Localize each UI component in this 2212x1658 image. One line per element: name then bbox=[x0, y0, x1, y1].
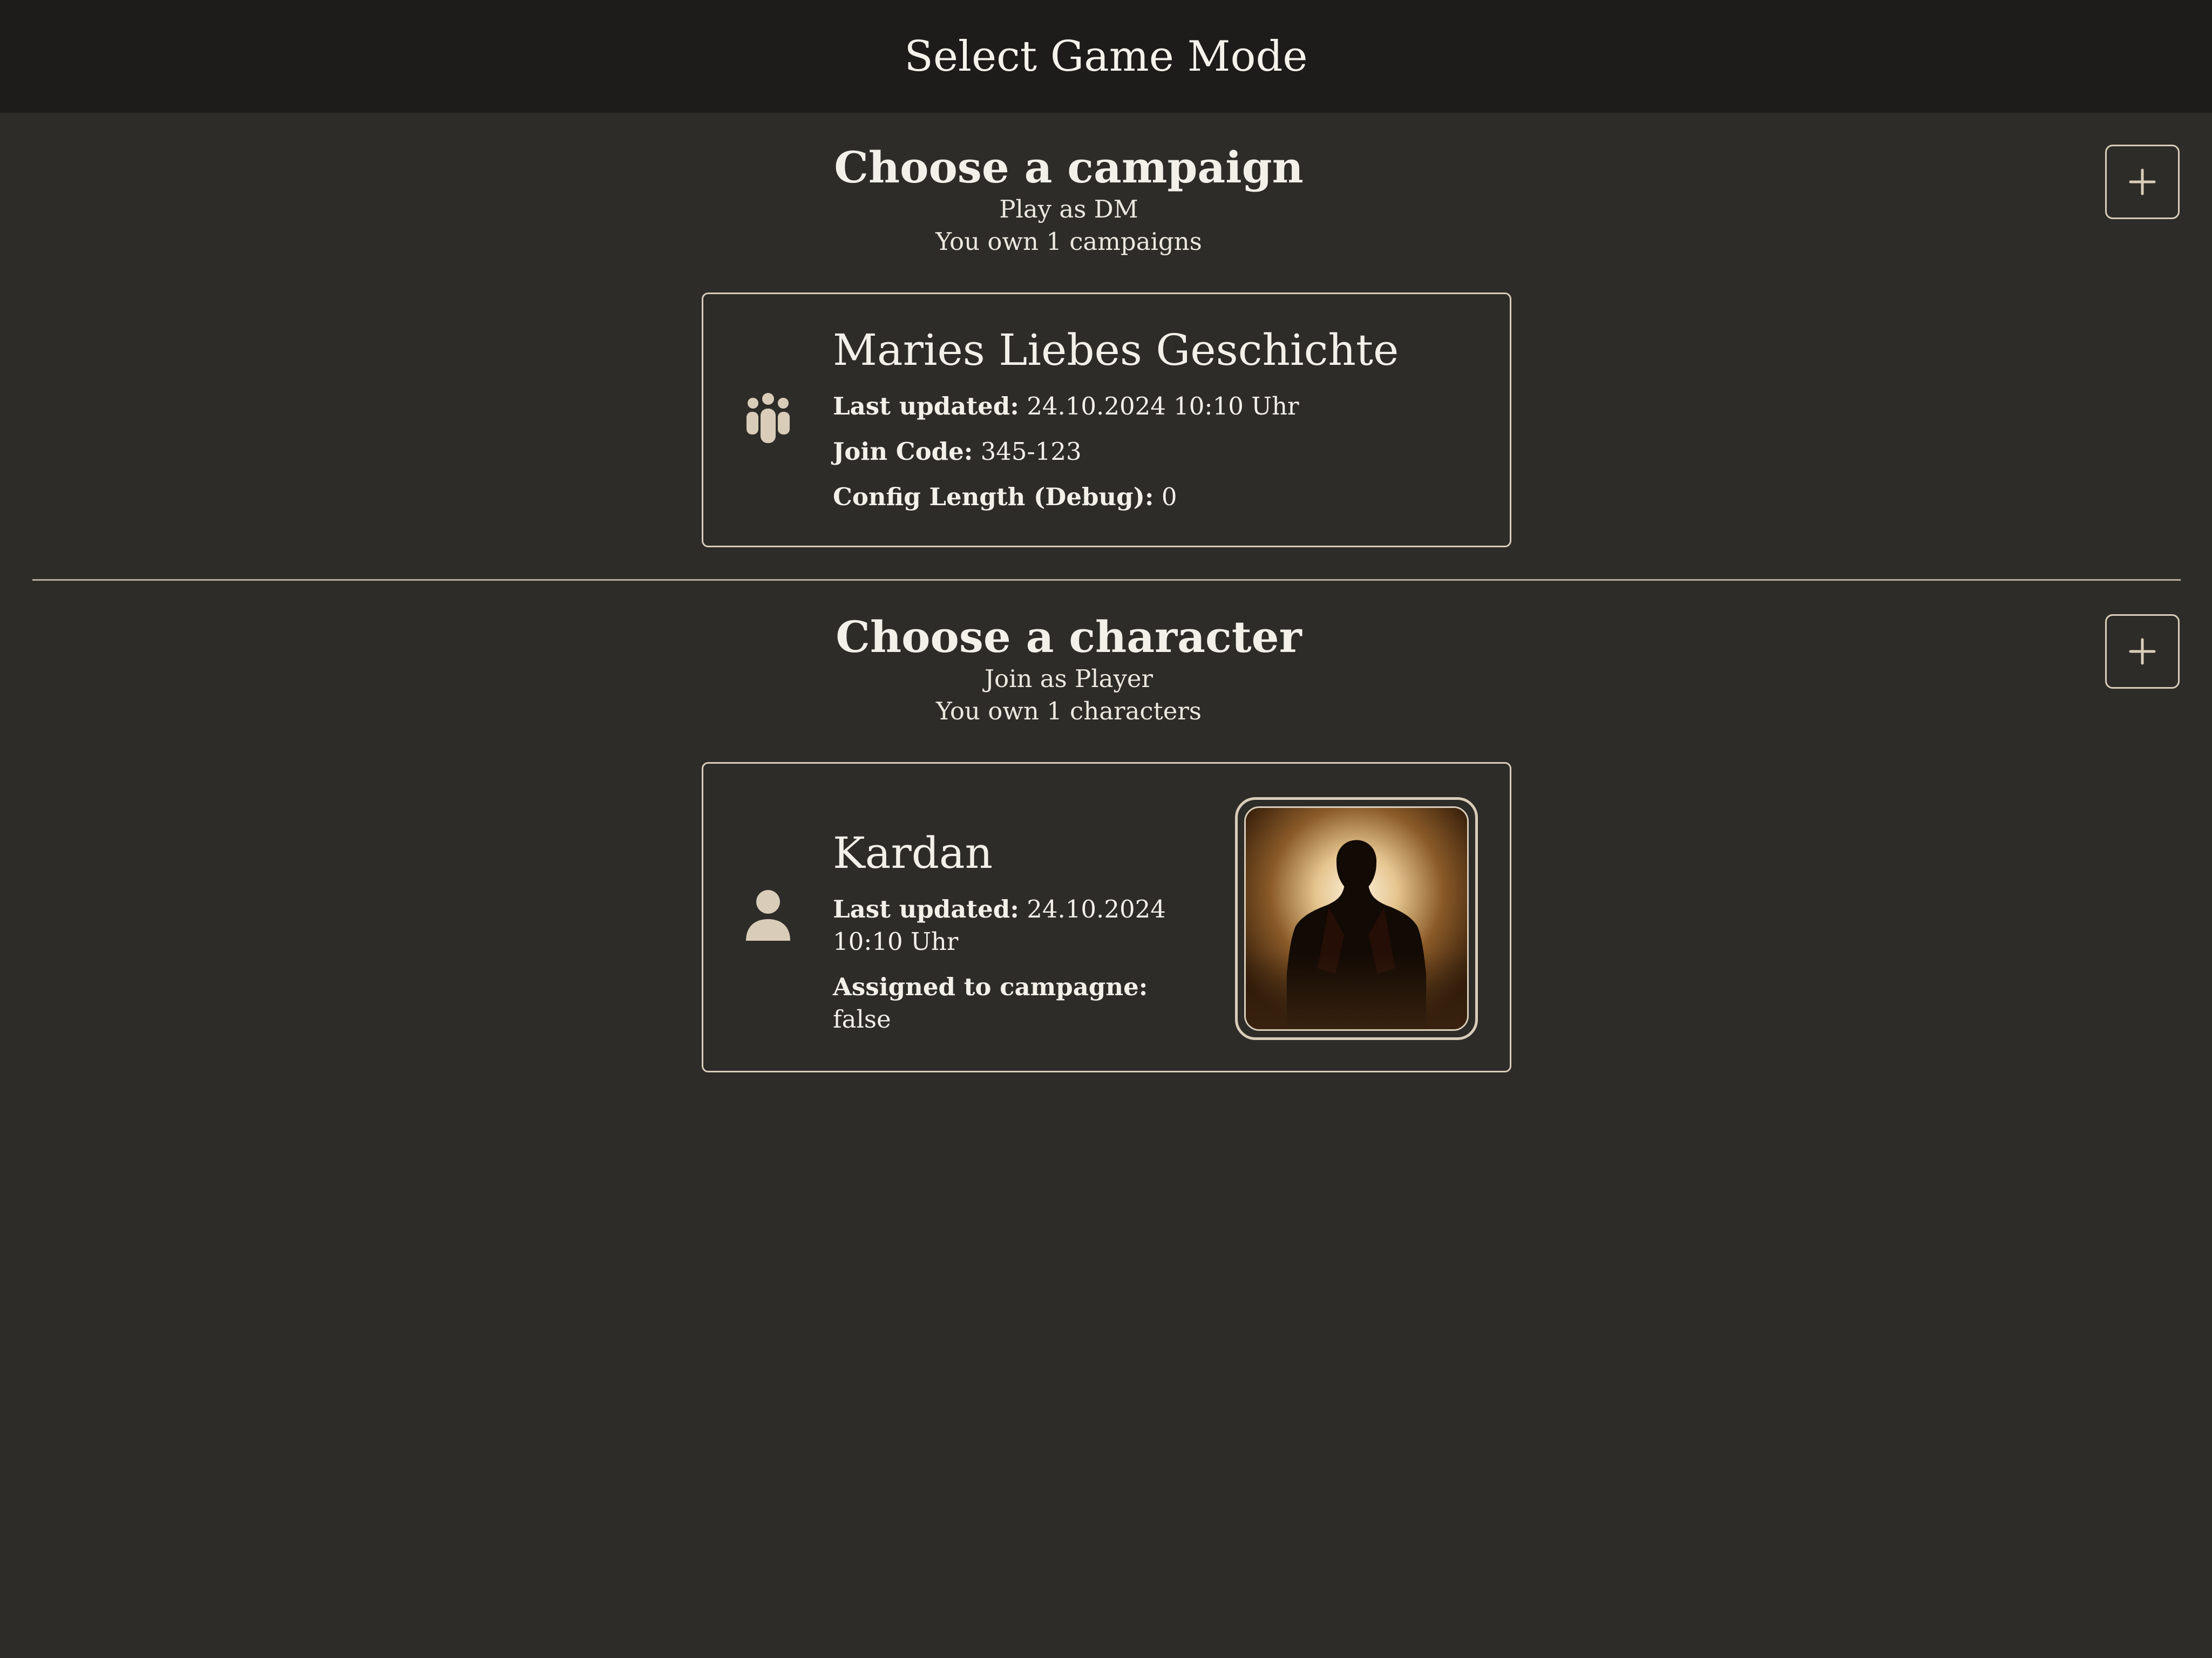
character-section-title: Choose a character bbox=[836, 611, 1302, 662]
join-code-label: Join Code: bbox=[833, 437, 973, 466]
plus-icon bbox=[2129, 168, 2156, 195]
last-updated-label: Last updated: bbox=[833, 392, 1019, 420]
config-length-label: Config Length (Debug): bbox=[833, 483, 1154, 511]
add-character-button[interactable] bbox=[2105, 614, 2180, 689]
character-count: You own 1 characters bbox=[936, 697, 1202, 725]
character-card[interactable]: Kardan Last updated: 24.10.2024 10:10 Uh… bbox=[702, 762, 1511, 1072]
assigned-value: false bbox=[833, 1005, 891, 1034]
character-portrait bbox=[1244, 806, 1469, 1031]
character-name: Kardan bbox=[833, 828, 993, 878]
campaign-section-subtitle: Play as DM bbox=[999, 195, 1138, 223]
campaign-join-code: Join Code: 345-123 bbox=[833, 436, 1399, 468]
character-portrait-frame bbox=[1235, 797, 1478, 1040]
character-section-subtitle: Join as Player bbox=[984, 664, 1154, 693]
campaign-name: Maries Liebes Geschichte bbox=[833, 325, 1399, 375]
campaign-config-length: Config Length (Debug): 0 bbox=[833, 481, 1399, 513]
top-bar: Select Game Mode bbox=[0, 0, 2212, 113]
group-icon bbox=[741, 391, 795, 447]
character-section-header: Choose a character Join as Player You ow… bbox=[0, 611, 2138, 728]
person-icon bbox=[744, 889, 792, 945]
assigned-label: Assigned to campagne: bbox=[833, 973, 1148, 1001]
campaign-section-title: Choose a campaign bbox=[834, 142, 1304, 193]
last-updated-label: Last updated: bbox=[833, 895, 1019, 923]
config-length-value: 0 bbox=[1161, 483, 1177, 511]
campaign-last-updated: Last updated: 24.10.2024 10:10 Uhr bbox=[833, 390, 1399, 423]
page-title: Select Game Mode bbox=[904, 32, 1308, 81]
character-card-body: Kardan Last updated: 24.10.2024 10:10 Uh… bbox=[833, 827, 1211, 1049]
add-campaign-button[interactable] bbox=[2105, 145, 2180, 219]
join-code-value: 345-123 bbox=[980, 437, 1082, 466]
campaign-section-header: Choose a campaign Play as DM You own 1 c… bbox=[0, 141, 2138, 258]
campaign-card[interactable]: Maries Liebes Geschichte Last updated: 2… bbox=[702, 293, 1511, 547]
character-last-updated: Last updated: 24.10.2024 10:10 Uhr bbox=[833, 893, 1211, 958]
plus-icon bbox=[2129, 638, 2156, 665]
last-updated-value: 24.10.2024 10:10 Uhr bbox=[1027, 392, 1299, 420]
section-divider bbox=[32, 579, 2181, 581]
campaign-count: You own 1 campaigns bbox=[935, 227, 1202, 256]
campaign-card-body: Maries Liebes Geschichte Last updated: 2… bbox=[833, 324, 1399, 526]
character-assigned: Assigned to campagne: false bbox=[833, 971, 1211, 1036]
